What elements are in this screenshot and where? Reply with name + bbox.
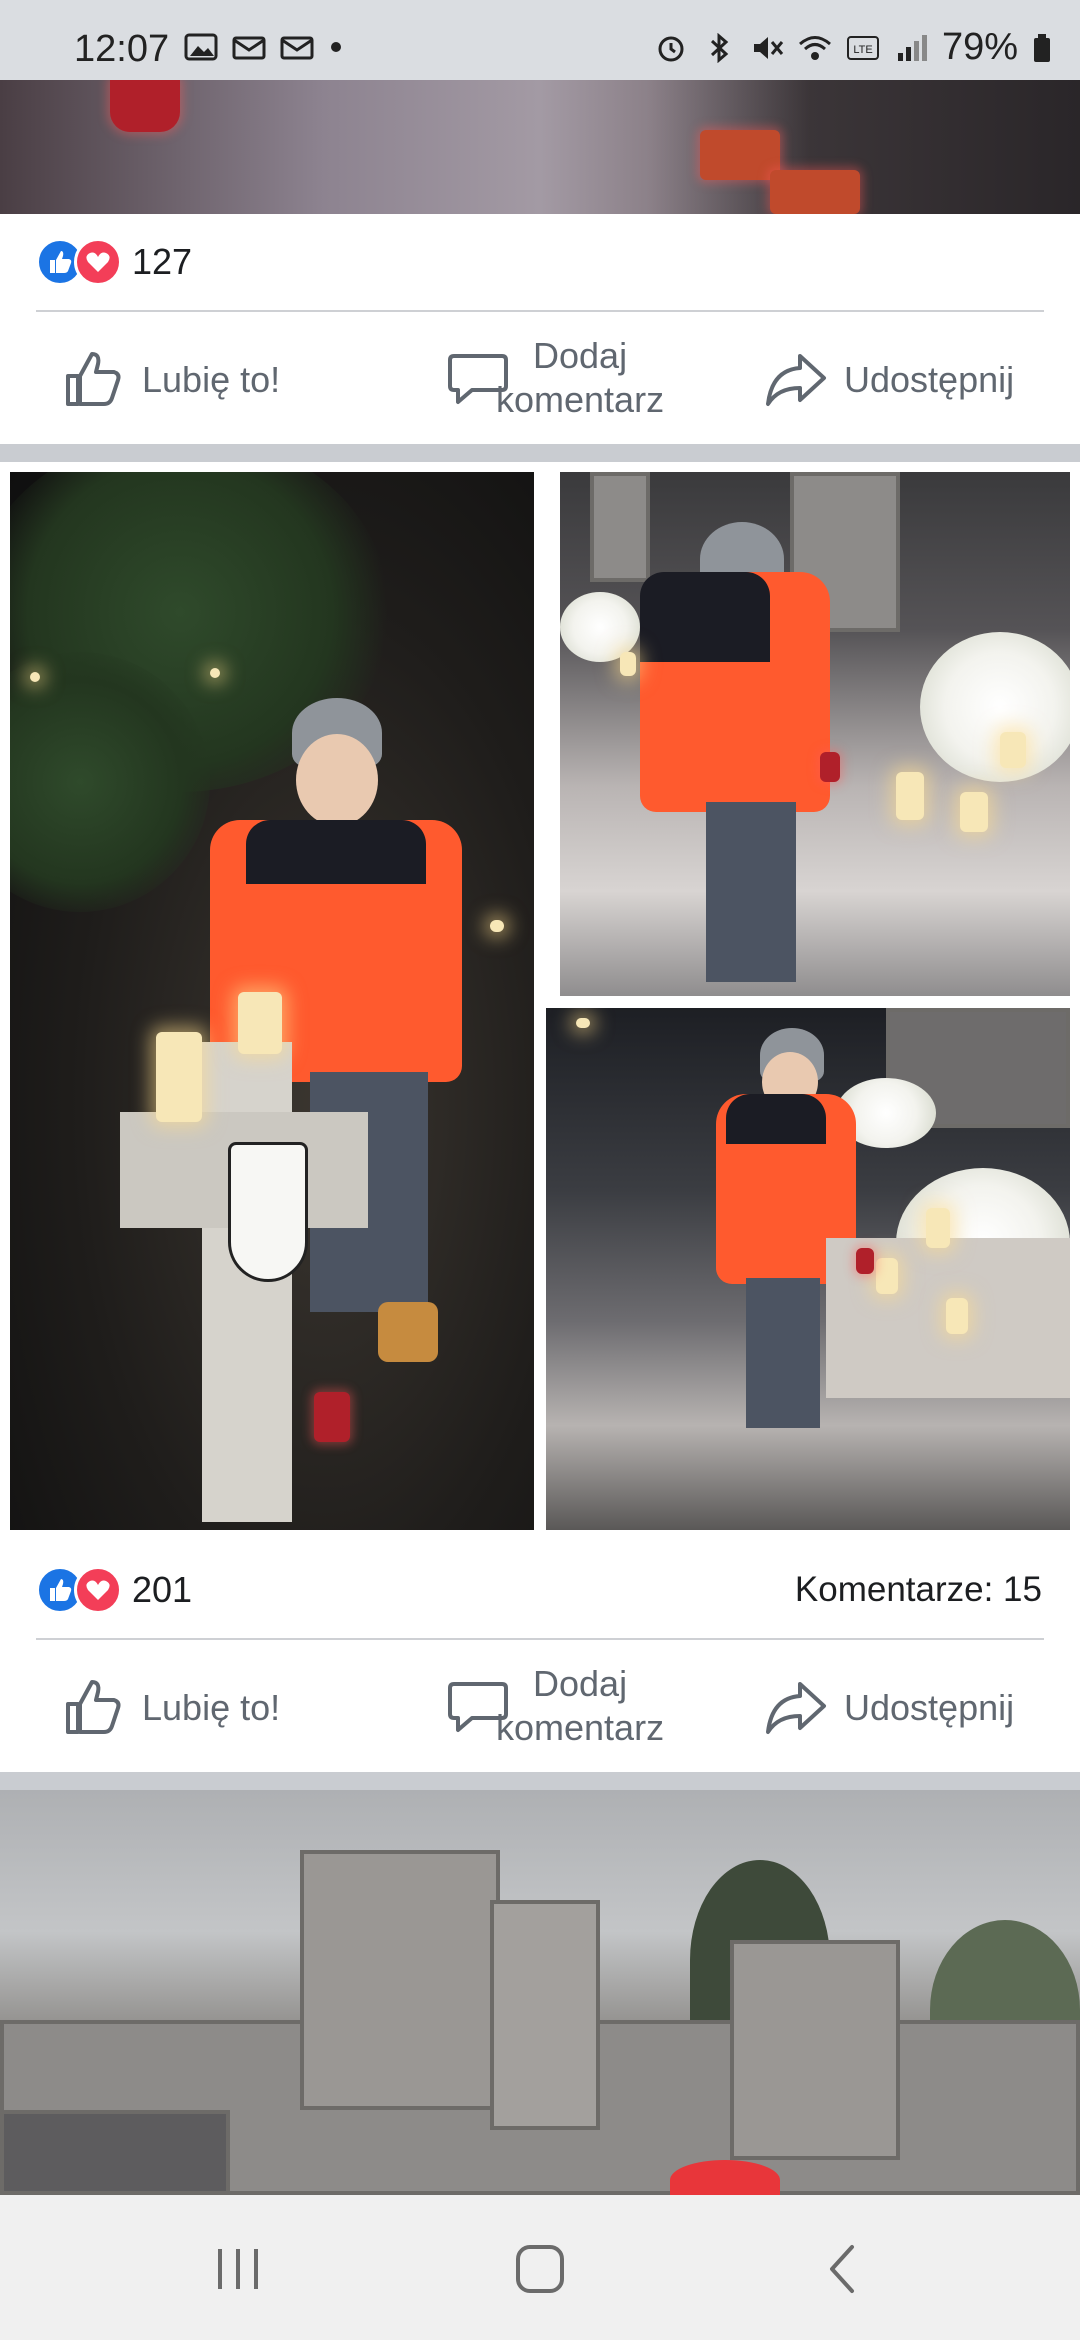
volte-icon: LTE xyxy=(846,35,879,60)
share-button[interactable]: Udostępnij xyxy=(764,348,1014,412)
share-label: Udostępnij xyxy=(844,359,1015,400)
post-photo-monument[interactable] xyxy=(0,1790,1080,2195)
system-nav-bar xyxy=(0,2195,1080,2340)
battery-icon xyxy=(1034,33,1050,62)
reaction-count: 201 xyxy=(132,1569,193,1610)
mute-icon xyxy=(753,36,784,59)
post-photo-boy-at-cross[interactable] xyxy=(10,472,534,1530)
feed-separator xyxy=(0,444,1080,462)
signal-icon xyxy=(897,34,927,61)
thumbs-up-icon xyxy=(66,1680,121,1734)
like-label: Lubię to! xyxy=(142,1687,281,1728)
share-button[interactable]: Udostępnij xyxy=(764,1676,1014,1740)
dot-icon xyxy=(331,42,341,52)
share-arrow-icon xyxy=(766,1682,826,1734)
like-button[interactable]: Lubię to! xyxy=(62,1676,280,1740)
comment-label-line2: komentarz xyxy=(496,379,665,420)
comment-button[interactable]: Dodaj komentarz xyxy=(446,1662,664,1750)
bluetooth-icon xyxy=(710,32,729,63)
post-photo-boy-at-graves-night[interactable] xyxy=(546,1008,1070,1530)
divider xyxy=(36,1638,1044,1640)
comments-count-link[interactable]: Komentarze: 15 xyxy=(795,1570,1042,1610)
svg-text:LTE: LTE xyxy=(853,44,872,56)
gallery-icon xyxy=(184,33,218,61)
status-time: 12:07 xyxy=(74,28,170,70)
wifi-icon xyxy=(798,35,831,60)
mail-icon xyxy=(280,36,314,60)
reactions-summary[interactable]: 201 xyxy=(36,1566,192,1614)
reactions-summary[interactable]: 127 xyxy=(36,238,192,286)
post-photo-boy-at-grave[interactable] xyxy=(560,472,1070,996)
notification-icons xyxy=(184,32,344,62)
home-icon[interactable] xyxy=(510,2241,570,2297)
thumbs-up-icon xyxy=(66,352,121,406)
mail-icon xyxy=(232,36,266,60)
reaction-count: 127 xyxy=(132,241,193,282)
post-photo-cemetery[interactable] xyxy=(0,80,1080,214)
feed-separator xyxy=(0,1772,1080,1790)
share-label: Udostępnij xyxy=(844,1687,1015,1728)
status-bar: 12:07 LTE 79% xyxy=(0,0,1080,80)
recent-apps-icon[interactable] xyxy=(208,2241,268,2297)
like-label: Lubię to! xyxy=(142,359,281,400)
share-arrow-icon xyxy=(766,354,826,406)
comment-label-line1: Dodaj xyxy=(533,335,628,376)
comment-label-line2: komentarz xyxy=(496,1707,665,1748)
system-icons: LTE 79% xyxy=(654,26,1052,69)
comment-button[interactable]: Dodaj komentarz xyxy=(446,334,664,422)
comment-label-line1: Dodaj xyxy=(533,1663,628,1704)
back-icon[interactable] xyxy=(812,2241,872,2297)
battery-percent: 79% xyxy=(941,26,1018,68)
divider xyxy=(36,310,1044,312)
alarm-icon xyxy=(658,36,684,61)
love-reaction-icon xyxy=(74,1566,122,1614)
love-reaction-icon xyxy=(74,238,122,286)
like-button[interactable]: Lubię to! xyxy=(62,348,280,412)
